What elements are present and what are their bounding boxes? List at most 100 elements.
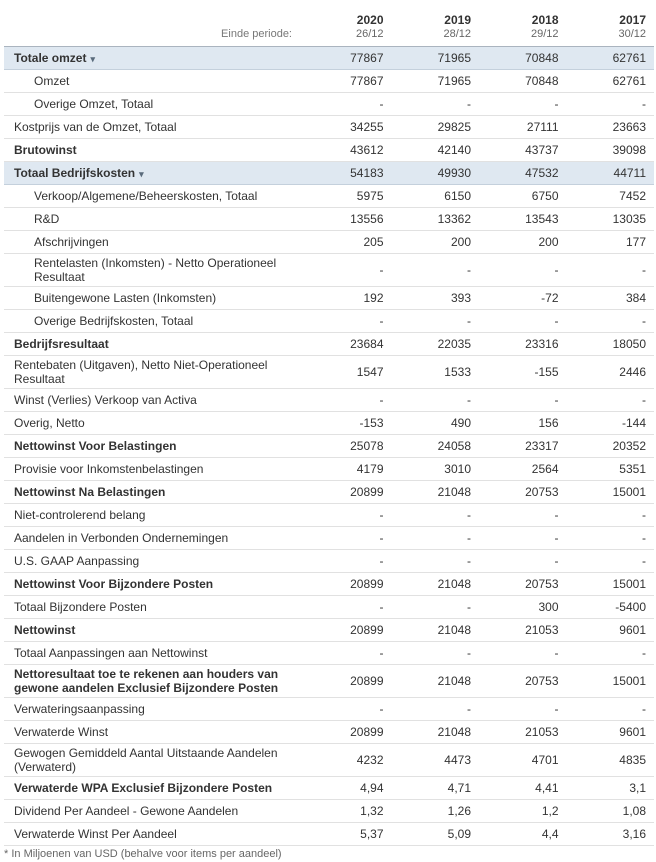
value-cell: 49930 xyxy=(391,161,479,185)
row-label-cell: Totaal Bedrijfskosten ▾ xyxy=(4,161,304,185)
value-cell: - xyxy=(304,253,392,287)
group-row[interactable]: Totaal Bedrijfskosten ▾ 54183 49930 47532 447… xyxy=(4,161,654,185)
table-row: Aandelen in Verbonden Ondernemingen - - - - xyxy=(4,526,654,550)
value-cell: 4701 xyxy=(479,743,567,777)
value-cell: -155 xyxy=(479,355,567,389)
value-cell: 21053 xyxy=(479,618,567,642)
value-cell: 25078 xyxy=(304,434,392,458)
table-row: Nettowinst Voor Bijzondere Posten 20899 21… xyxy=(4,572,654,596)
table-row: Kostprijs van de Omzet, Totaal 34255 29825… xyxy=(4,115,654,139)
row-label-cell: Rentelasten (Inkomsten) - Netto Operatio… xyxy=(4,253,304,287)
value-cell: 384 xyxy=(566,286,654,310)
row-label: Verkoop/Algemene/Beheerskosten, Totaal xyxy=(34,189,258,203)
table-row: Verkoop/Algemene/Beheerskosten, Totaal 59… xyxy=(4,184,654,208)
row-label-cell: Verwaterde Winst Per Aandeel xyxy=(4,822,304,846)
row-label-cell: Verkoop/Algemene/Beheerskosten, Totaal xyxy=(4,184,304,208)
row-label: Overige Omzet, Totaal xyxy=(34,97,154,111)
table-row: Afschrijvingen 205 200 200 177 xyxy=(4,230,654,254)
row-label: Nettoresultaat toe te rekenen aan houder… xyxy=(14,667,279,695)
value-cell: 21048 xyxy=(391,572,479,596)
value-cell: - xyxy=(566,641,654,665)
table-row: Niet-controlerend belang - - - - xyxy=(4,503,654,527)
value-cell: 6750 xyxy=(479,184,567,208)
chevron-down-icon[interactable]: ▾ xyxy=(90,54,95,65)
table-row: Dividend Per Aandeel - Gewone Aandelen 1,… xyxy=(4,799,654,823)
row-label: Buitengewone Lasten (Inkomsten) xyxy=(34,291,217,305)
value-cell: 4,4 xyxy=(479,822,567,846)
row-label: Bedrijfsresultaat xyxy=(14,337,109,351)
column-date: 26/12 xyxy=(355,28,384,40)
value-cell: 13556 xyxy=(304,207,392,231)
column-header-2019[interactable]: 2019 28/12 xyxy=(391,6,479,47)
table-row: Provisie voor Inkomstenbelastingen 4179 30… xyxy=(4,457,654,481)
table-row: Nettowinst Voor Belastingen 25078 24058 233… xyxy=(4,434,654,458)
value-cell: 4232 xyxy=(304,743,392,777)
value-cell: - xyxy=(391,253,479,287)
value-cell: 5,37 xyxy=(304,822,392,846)
value-cell: 1,26 xyxy=(391,799,479,823)
row-label: Rentebaten (Uitgaven), Netto Niet-Operat… xyxy=(14,358,268,386)
row-label-cell: Nettowinst Voor Belastingen xyxy=(4,434,304,458)
value-cell: - xyxy=(566,697,654,721)
table-row: Verwaterde WPA Exclusief Bijzondere Post… xyxy=(4,776,654,800)
value-cell: - xyxy=(566,253,654,287)
value-cell: - xyxy=(391,549,479,573)
row-label: Provisie voor Inkomstenbelastingen xyxy=(14,462,204,476)
value-cell: - xyxy=(304,503,392,527)
value-cell: 15001 xyxy=(566,572,654,596)
row-label-cell: Totale omzet ▾ xyxy=(4,46,304,70)
value-cell: -153 xyxy=(304,411,392,435)
row-label: Totale omzet xyxy=(14,51,87,65)
column-header-2018[interactable]: 2018 29/12 xyxy=(479,6,567,47)
row-label: Verwaterde Winst Per Aandeel xyxy=(14,827,177,841)
value-cell: - xyxy=(566,549,654,573)
chevron-down-icon[interactable]: ▾ xyxy=(139,169,144,180)
value-cell: 43612 xyxy=(304,138,392,162)
value-cell: 44711 xyxy=(566,161,654,185)
row-label-cell: Verwaterde WPA Exclusief Bijzondere Post… xyxy=(4,776,304,800)
table-row: Omzet 77867 71965 70848 62761 xyxy=(4,69,654,93)
value-cell: 20899 xyxy=(304,720,392,744)
row-label: Overige Bedrijfskosten, Totaal xyxy=(34,314,194,328)
row-label: Totaal Bedrijfskosten xyxy=(14,166,136,180)
value-cell: 34255 xyxy=(304,115,392,139)
row-label: Winst (Verlies) Verkoop van Activa xyxy=(14,393,197,407)
value-cell: 490 xyxy=(391,411,479,435)
row-label-cell: Dividend Per Aandeel - Gewone Aandelen xyxy=(4,799,304,823)
value-cell: 300 xyxy=(479,595,567,619)
table-row: Verwateringsaanpassing - - - - xyxy=(4,697,654,721)
row-label: U.S. GAAP Aanpassing xyxy=(14,554,140,568)
value-cell: 156 xyxy=(479,411,567,435)
value-cell: 13362 xyxy=(391,207,479,231)
value-cell: - xyxy=(479,697,567,721)
row-label-cell: Afschrijvingen xyxy=(4,230,304,254)
value-cell: - xyxy=(304,549,392,573)
row-label: Verwaterde Winst xyxy=(14,725,109,739)
row-label-cell: Totaal Bijzondere Posten xyxy=(4,595,304,619)
table-row: Verwaterde Winst 20899 21048 21053 9601 xyxy=(4,720,654,744)
value-cell: 9601 xyxy=(566,618,654,642)
value-cell: 21048 xyxy=(391,664,479,698)
value-cell: 4179 xyxy=(304,457,392,481)
column-header-2020[interactable]: 2020 26/12 xyxy=(304,6,392,47)
column-header-2017[interactable]: 2017 30/12 xyxy=(566,6,654,47)
column-year: 2017 xyxy=(619,13,646,27)
row-label-cell: Overige Bedrijfskosten, Totaal xyxy=(4,309,304,333)
value-cell: - xyxy=(566,92,654,116)
value-cell: -5400 xyxy=(566,595,654,619)
value-cell: 27111 xyxy=(479,115,567,139)
value-cell: 6150 xyxy=(391,184,479,208)
table-row: Nettoresultaat toe te rekenen aan houder… xyxy=(4,664,654,698)
value-cell: - xyxy=(566,503,654,527)
value-cell: -144 xyxy=(566,411,654,435)
column-date: 29/12 xyxy=(530,28,559,40)
value-cell: 13543 xyxy=(479,207,567,231)
value-cell: 23317 xyxy=(479,434,567,458)
value-cell: 71965 xyxy=(391,69,479,93)
value-cell: 200 xyxy=(391,230,479,254)
value-cell: - xyxy=(304,697,392,721)
value-cell: 24058 xyxy=(391,434,479,458)
value-cell: - xyxy=(566,526,654,550)
group-row[interactable]: Totale omzet ▾ 77867 71965 70848 62761 xyxy=(4,46,654,70)
value-cell: 23663 xyxy=(566,115,654,139)
